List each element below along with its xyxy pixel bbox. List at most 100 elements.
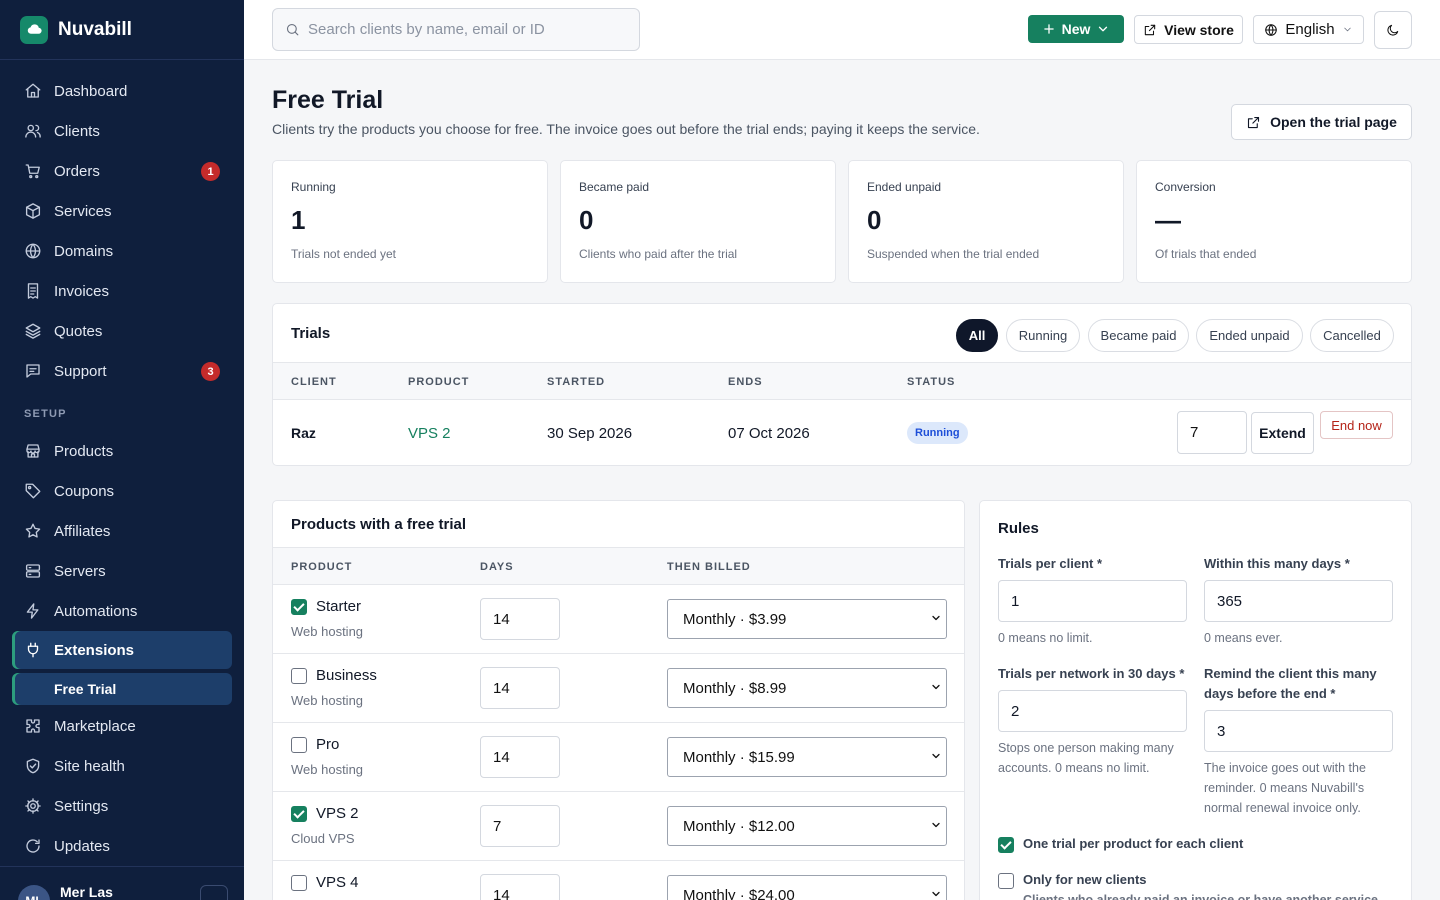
sidebar-item-marketplace[interactable]: Marketplace [0,706,244,746]
user-menu[interactable]: ML Mer Las [0,866,244,900]
within-days-input[interactable]: 365 [1204,580,1393,622]
rules-title: Rules [998,520,1039,537]
table-row: Pro Web hosting 14 Monthly · $15.99 [273,723,964,792]
trial-days-input[interactable]: 7 [480,805,560,847]
sidebar-item-products[interactable]: Products [0,431,244,471]
sidebar-item-label: Coupons [54,482,115,500]
sidebar-item-affiliates[interactable]: Affiliates [0,511,244,551]
billing-cycle-select[interactable]: Monthly · $15.99 [667,737,947,777]
brand-name: Nuvabill [58,18,132,40]
moon-icon [1386,23,1400,37]
sidebar-item-services[interactable]: Services [0,191,244,231]
product-group: Web hosting [291,624,364,639]
sidebar-item-label: Orders [54,162,100,180]
search-input[interactable] [308,21,628,38]
stat-subtext: Of trials that ended [1155,247,1257,261]
open-trial-page-label: Open the trial page [1270,114,1397,130]
trials-per-client-input[interactable]: 1 [998,580,1187,622]
logout-button[interactable] [200,885,228,900]
sidebar-item-support[interactable]: Support 3 [0,351,244,391]
sidebar-item-label: Site health [54,757,125,775]
chevron-down-icon [930,819,942,831]
globe-icon [24,242,42,260]
stat-card-conversion: Conversion — Of trials that ended [1136,160,1412,283]
plus-icon [1042,22,1056,36]
product-trial-checkbox[interactable] [291,668,307,684]
billing-cycle-select[interactable]: Monthly · $3.99 [667,599,947,639]
product-trial-checkbox[interactable] [291,806,307,822]
search-box[interactable] [272,8,640,51]
sidebar-item-label: Invoices [54,282,110,300]
language-select[interactable]: English [1253,15,1364,44]
sidebar-item-label: Affiliates [54,522,111,540]
sidebar-item-settings[interactable]: Settings [0,786,244,826]
sidebar-item-dashboard[interactable]: Dashboard [0,71,244,111]
product-name: Starter [316,598,362,615]
sidebar-item-extensions[interactable]: Extensions [12,631,232,669]
layers-icon [24,322,42,340]
billing-cycle-select[interactable]: Monthly · $24.00 [667,875,947,900]
trial-days-input[interactable]: 14 [480,667,560,709]
dark-mode-toggle[interactable] [1374,11,1412,49]
sidebar-item-coupons[interactable]: Coupons [0,471,244,511]
sidebar-item-servers[interactable]: Servers [0,551,244,591]
trial-products-title: Products with a free trial [291,516,467,533]
stat-subtext: Clients who paid after the trial [579,247,738,261]
sidebar-item-label: Domains [54,242,114,260]
store-icon [24,442,42,460]
brand[interactable]: Nuvabill [0,0,244,60]
end-now-button[interactable]: End now [1320,411,1393,439]
product-group: Cloud VPS [291,831,355,846]
filter-running[interactable]: Running [1006,319,1080,352]
chevron-down-icon [1096,22,1110,36]
filter-ended-unpaid[interactable]: Ended unpaid [1196,319,1303,352]
sidebar-item-label: Updates [54,837,110,855]
trial-product-link[interactable]: VPS 2 [408,425,451,442]
extend-days-input[interactable]: 7 [1177,411,1247,454]
server-icon [24,562,42,580]
view-store-button[interactable]: View store [1134,15,1243,44]
stat-label: Conversion [1155,180,1216,194]
filter-all[interactable]: All [956,319,998,352]
within-days-label: Within this many days * [1204,556,1350,571]
trial-days-input[interactable]: 14 [480,598,560,640]
sidebar-subitem-free-trial[interactable]: Free Trial [12,673,232,705]
sidebar-item-label: Quotes [54,322,103,340]
trial-client[interactable]: Raz [291,425,316,441]
sidebar-item-site-health[interactable]: Site health [0,746,244,786]
sidebar-item-domains[interactable]: Domains [0,231,244,271]
one-per-product-checkbox[interactable] [998,837,1014,853]
new-button[interactable]: New [1028,15,1124,43]
remind-days-input[interactable]: 3 [1204,710,1393,752]
sidebar-item-label: Dashboard [54,82,128,100]
column-header: PRODUCT [408,376,470,388]
product-trial-checkbox[interactable] [291,599,307,615]
billing-cycle-select[interactable]: Monthly · $8.99 [667,668,947,708]
sidebar-item-clients[interactable]: Clients [0,111,244,151]
stat-card-ended-unpaid: Ended unpaid 0 Suspended when the trial … [848,160,1124,283]
trial-ends: 07 Oct 2026 [728,425,810,442]
trials-table-header: CLIENT PRODUCT STARTED ENDS STATUS [273,362,1411,400]
trial-days-input[interactable]: 14 [480,874,560,900]
billing-cycle-select[interactable]: Monthly · $12.00 [667,806,947,846]
trial-days-input[interactable]: 14 [480,736,560,778]
filter-became-paid[interactable]: Became paid [1088,319,1189,352]
remind-days-help: The invoice goes out with the reminder. … [1204,761,1366,815]
per-network-input[interactable]: 2 [998,690,1187,732]
filter-cancelled[interactable]: Cancelled [1310,319,1394,352]
sidebar-item-updates[interactable]: Updates [0,826,244,866]
billing-cycle-value: Monthly · $8.99 [683,679,787,697]
column-header: THEN BILLED [667,561,751,573]
product-trial-checkbox[interactable] [291,737,307,753]
product-trial-checkbox[interactable] [291,875,307,891]
sidebar-item-invoices[interactable]: Invoices [0,271,244,311]
extend-button[interactable]: Extend [1251,412,1314,454]
only-new-clients-checkbox[interactable] [998,873,1014,889]
sidebar-item-orders[interactable]: Orders 1 [0,151,244,191]
sidebar-item-automations[interactable]: Automations [0,591,244,631]
sidebar: Nuvabill Dashboard Clients Orders 1 Serv… [0,0,244,900]
sidebar-item-label: Products [54,442,114,460]
table-row: Business Web hosting 14 Monthly · $8.99 [273,654,964,723]
sidebar-item-quotes[interactable]: Quotes [0,311,244,351]
open-trial-page-button[interactable]: Open the trial page [1231,104,1412,140]
